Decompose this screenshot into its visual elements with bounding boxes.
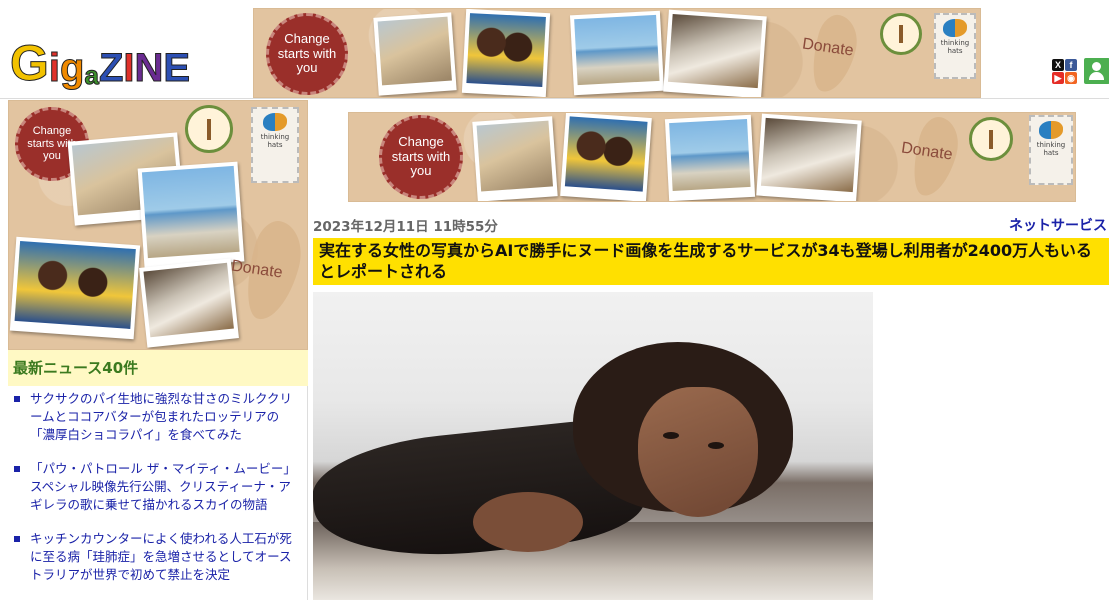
news-link[interactable]: サクサクのパイ生地に強烈な甘さのミルククリームとココアバターが包まれたロッテリア…: [30, 391, 292, 442]
x-icon[interactable]: X: [1052, 59, 1064, 71]
youtube-icon[interactable]: ▶: [1052, 72, 1064, 84]
kingfisher-stamp: thinking hats: [934, 13, 976, 79]
banner-photo: [560, 113, 652, 201]
baobab-logo-icon: [185, 105, 233, 153]
list-item: キッチンカウンターによく使われる人工石が死に至る病「珪肺症」を急増させるとしてオ…: [8, 530, 308, 584]
header-ad-banner[interactable]: Change starts with you Donate thinking h…: [253, 8, 981, 98]
banner-photo: [569, 10, 665, 96]
banner-photo: [139, 258, 239, 348]
site-logo[interactable]: GigaZINE: [10, 28, 220, 89]
banner-photo: [472, 116, 558, 201]
header-divider: [0, 98, 1109, 99]
article-ad-banner[interactable]: Change starts with you Donate thinking h…: [348, 112, 1076, 202]
kingfisher-stamp: thinking hats: [251, 107, 299, 183]
article-date: 2023年12月11日 11時55分: [313, 219, 498, 235]
latest-news-heading: 最新ニュース40件: [8, 350, 308, 386]
article-headline: 実在する女性の写真からAIで勝手にヌード画像を生成するサービスが34も登場し利用…: [313, 238, 1109, 285]
banner-photo: [461, 9, 551, 97]
sidebar-ad-banner[interactable]: Change starts with you Donate thinking h…: [8, 100, 308, 350]
baobab-logo-icon: [880, 13, 922, 55]
news-link[interactable]: キッチンカウンターによく使われる人工石が死に至る病「珪肺症」を急増させるとしてオ…: [30, 531, 292, 582]
banner-photo: [9, 236, 141, 340]
article-image: [313, 292, 873, 600]
banner-photo: [663, 9, 767, 97]
sidebar: Change starts with you Donate thinking h…: [8, 100, 308, 600]
change-stamp: Change starts with you: [266, 13, 348, 95]
list-item: サクサクのパイ生地に強烈な甘さのミルククリームとココアバターが包まれたロッテリア…: [8, 390, 308, 444]
latest-news-list: サクサクのパイ生地に強烈な甘さのミルククリームとココアバターが包まれたロッテリア…: [8, 390, 308, 600]
banner-photo: [664, 114, 756, 201]
news-link[interactable]: 「パウ・パトロール ザ・マイティ・ムービー」スペシャル映像先行公開、クリスティー…: [30, 461, 296, 512]
banner-photo: [756, 113, 862, 201]
social-links: X f ▶ ◉: [1052, 59, 1077, 84]
baobab-logo-icon: [969, 117, 1013, 161]
change-stamp: Change starts with you: [379, 115, 463, 199]
category-link[interactable]: ネットサービス: [1009, 215, 1107, 235]
user-icon[interactable]: [1084, 58, 1109, 84]
facebook-icon[interactable]: f: [1065, 59, 1077, 71]
kingfisher-stamp: thinking hats: [1029, 115, 1073, 185]
list-item: 「パウ・パトロール ザ・マイティ・ムービー」スペシャル映像先行公開、クリスティー…: [8, 460, 308, 514]
banner-photo: [373, 12, 457, 96]
banner-photo: [137, 161, 245, 269]
rss-icon[interactable]: ◉: [1065, 72, 1077, 84]
